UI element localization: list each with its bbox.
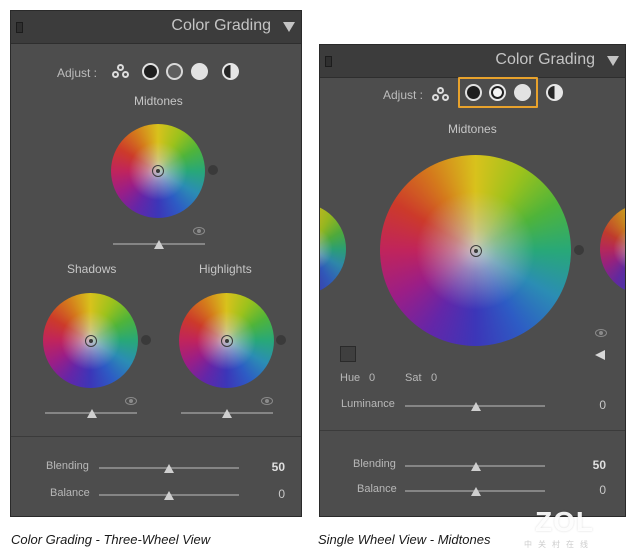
- highlights-mode-button[interactable]: [514, 84, 531, 101]
- midtones-label: Midtones: [134, 94, 183, 108]
- balance-label: Balance: [50, 487, 90, 499]
- balance-thumb[interactable]: [164, 491, 174, 500]
- watermark-logo: ZOL: [535, 506, 594, 537]
- collapse-triangle-icon[interactable]: [607, 56, 619, 66]
- caption-left: Color Grading - Three-Wheel View: [11, 532, 211, 547]
- balance-thumb[interactable]: [471, 487, 481, 496]
- three-circles-icon[interactable]: [432, 87, 450, 102]
- shadows-label: Shadows: [67, 262, 117, 276]
- shadows-saturation-dot[interactable]: [141, 335, 151, 345]
- shadows-color-wheel[interactable]: [43, 293, 138, 388]
- hue-value[interactable]: 0: [369, 372, 375, 384]
- color-grading-panel-single-wheel: Color Grading Adjust : Midtones Hue 0 Sa…: [319, 44, 626, 517]
- balance-value[interactable]: 0: [255, 487, 285, 501]
- highlights-wheel-peek[interactable]: [600, 203, 625, 295]
- midtones-mode-button[interactable]: [166, 63, 183, 80]
- divider: [11, 436, 301, 437]
- shadows-luminance-thumb[interactable]: [87, 409, 97, 418]
- adjust-label: Adjust :: [57, 66, 98, 80]
- watermark-tagline: 中关村在线: [524, 540, 594, 549]
- midtones-label: Midtones: [448, 122, 497, 136]
- eye-icon[interactable]: [193, 227, 205, 235]
- highlights-color-wheel[interactable]: [179, 293, 274, 388]
- luminance-value[interactable]: 0: [576, 398, 606, 412]
- midtones-saturation-dot[interactable]: [574, 245, 584, 255]
- panel-handle-icon[interactable]: [16, 22, 23, 33]
- midtones-color-wheel-large[interactable]: [380, 155, 571, 346]
- expand-triangle-icon[interactable]: [595, 350, 605, 360]
- divider: [320, 430, 625, 431]
- eye-icon[interactable]: [261, 397, 273, 405]
- highlights-luminance-thumb[interactable]: [222, 409, 232, 418]
- wheel-center-handle[interactable]: [220, 334, 233, 347]
- panel-header[interactable]: Color Grading: [320, 45, 625, 78]
- balance-label: Balance: [357, 483, 397, 495]
- highlights-mode-button[interactable]: [191, 63, 208, 80]
- midtones-mode-button[interactable]: [489, 84, 506, 101]
- midtones-luminance-thumb[interactable]: [154, 240, 164, 249]
- shadows-wheel-peek[interactable]: [320, 203, 346, 295]
- blending-value[interactable]: 50: [576, 458, 606, 472]
- color-grading-panel-three-wheel: Color Grading Adjust : Midtones Shadows …: [10, 10, 302, 517]
- eye-icon[interactable]: [595, 329, 607, 337]
- highlights-label: Highlights: [199, 262, 252, 276]
- blending-label: Blending: [46, 460, 89, 472]
- midtones-saturation-dot[interactable]: [208, 165, 218, 175]
- wheel-center-handle[interactable]: [469, 244, 482, 257]
- caption-right: Single Wheel View - Midtones: [318, 532, 491, 547]
- luminance-thumb[interactable]: [471, 402, 481, 411]
- highlights-saturation-dot[interactable]: [276, 335, 286, 345]
- sat-value[interactable]: 0: [431, 372, 437, 384]
- blending-thumb[interactable]: [164, 464, 174, 473]
- blending-thumb[interactable]: [471, 462, 481, 471]
- panel-handle-icon[interactable]: [325, 56, 332, 67]
- panel-header[interactable]: Color Grading: [11, 11, 301, 44]
- sat-label: Sat: [405, 372, 422, 384]
- three-circles-icon[interactable]: [112, 64, 130, 79]
- balance-value[interactable]: 0: [576, 483, 606, 497]
- luminance-label: Luminance: [341, 398, 395, 410]
- wheel-center-handle[interactable]: [152, 165, 164, 177]
- collapse-triangle-icon[interactable]: [283, 22, 295, 32]
- panel-title: Color Grading: [171, 17, 271, 34]
- hue-label: Hue: [340, 372, 361, 384]
- shadows-mode-button[interactable]: [465, 84, 482, 101]
- blending-label: Blending: [353, 458, 396, 470]
- eye-icon[interactable]: [125, 397, 137, 405]
- color-swatch[interactable]: [340, 346, 356, 362]
- global-mode-button[interactable]: [546, 84, 563, 101]
- blending-value[interactable]: 50: [255, 460, 285, 474]
- global-mode-button[interactable]: [222, 63, 239, 80]
- midtones-color-wheel[interactable]: [111, 124, 205, 218]
- panel-title: Color Grading: [495, 51, 595, 68]
- adjust-label: Adjust :: [383, 88, 424, 102]
- shadows-mode-button[interactable]: [142, 63, 159, 80]
- wheel-center-handle[interactable]: [84, 334, 97, 347]
